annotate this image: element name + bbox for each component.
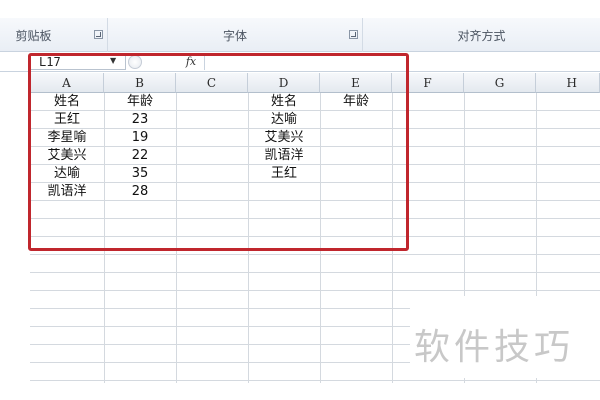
column-header-h[interactable]: H xyxy=(536,73,600,93)
ribbon-group-alignment: 对齐方式 xyxy=(363,18,600,52)
dialog-launcher-icon[interactable] xyxy=(349,30,358,39)
ribbon-group-label: 对齐方式 xyxy=(457,28,506,43)
ribbon-group-font: 字体 xyxy=(108,18,363,52)
column-header-g[interactable]: G xyxy=(464,73,536,93)
ribbon-group-label: 字体 xyxy=(222,28,247,43)
dialog-launcher-icon[interactable] xyxy=(94,30,103,39)
ribbon-group-clipboard: 剪贴板 xyxy=(0,18,108,52)
ribbon-group-label: 剪贴板 xyxy=(15,28,52,43)
watermark-text: 软件技巧 xyxy=(414,327,575,368)
ribbon-group-strip: 剪贴板 字体 对齐方式 xyxy=(0,18,600,52)
highlight-frame xyxy=(28,53,409,251)
